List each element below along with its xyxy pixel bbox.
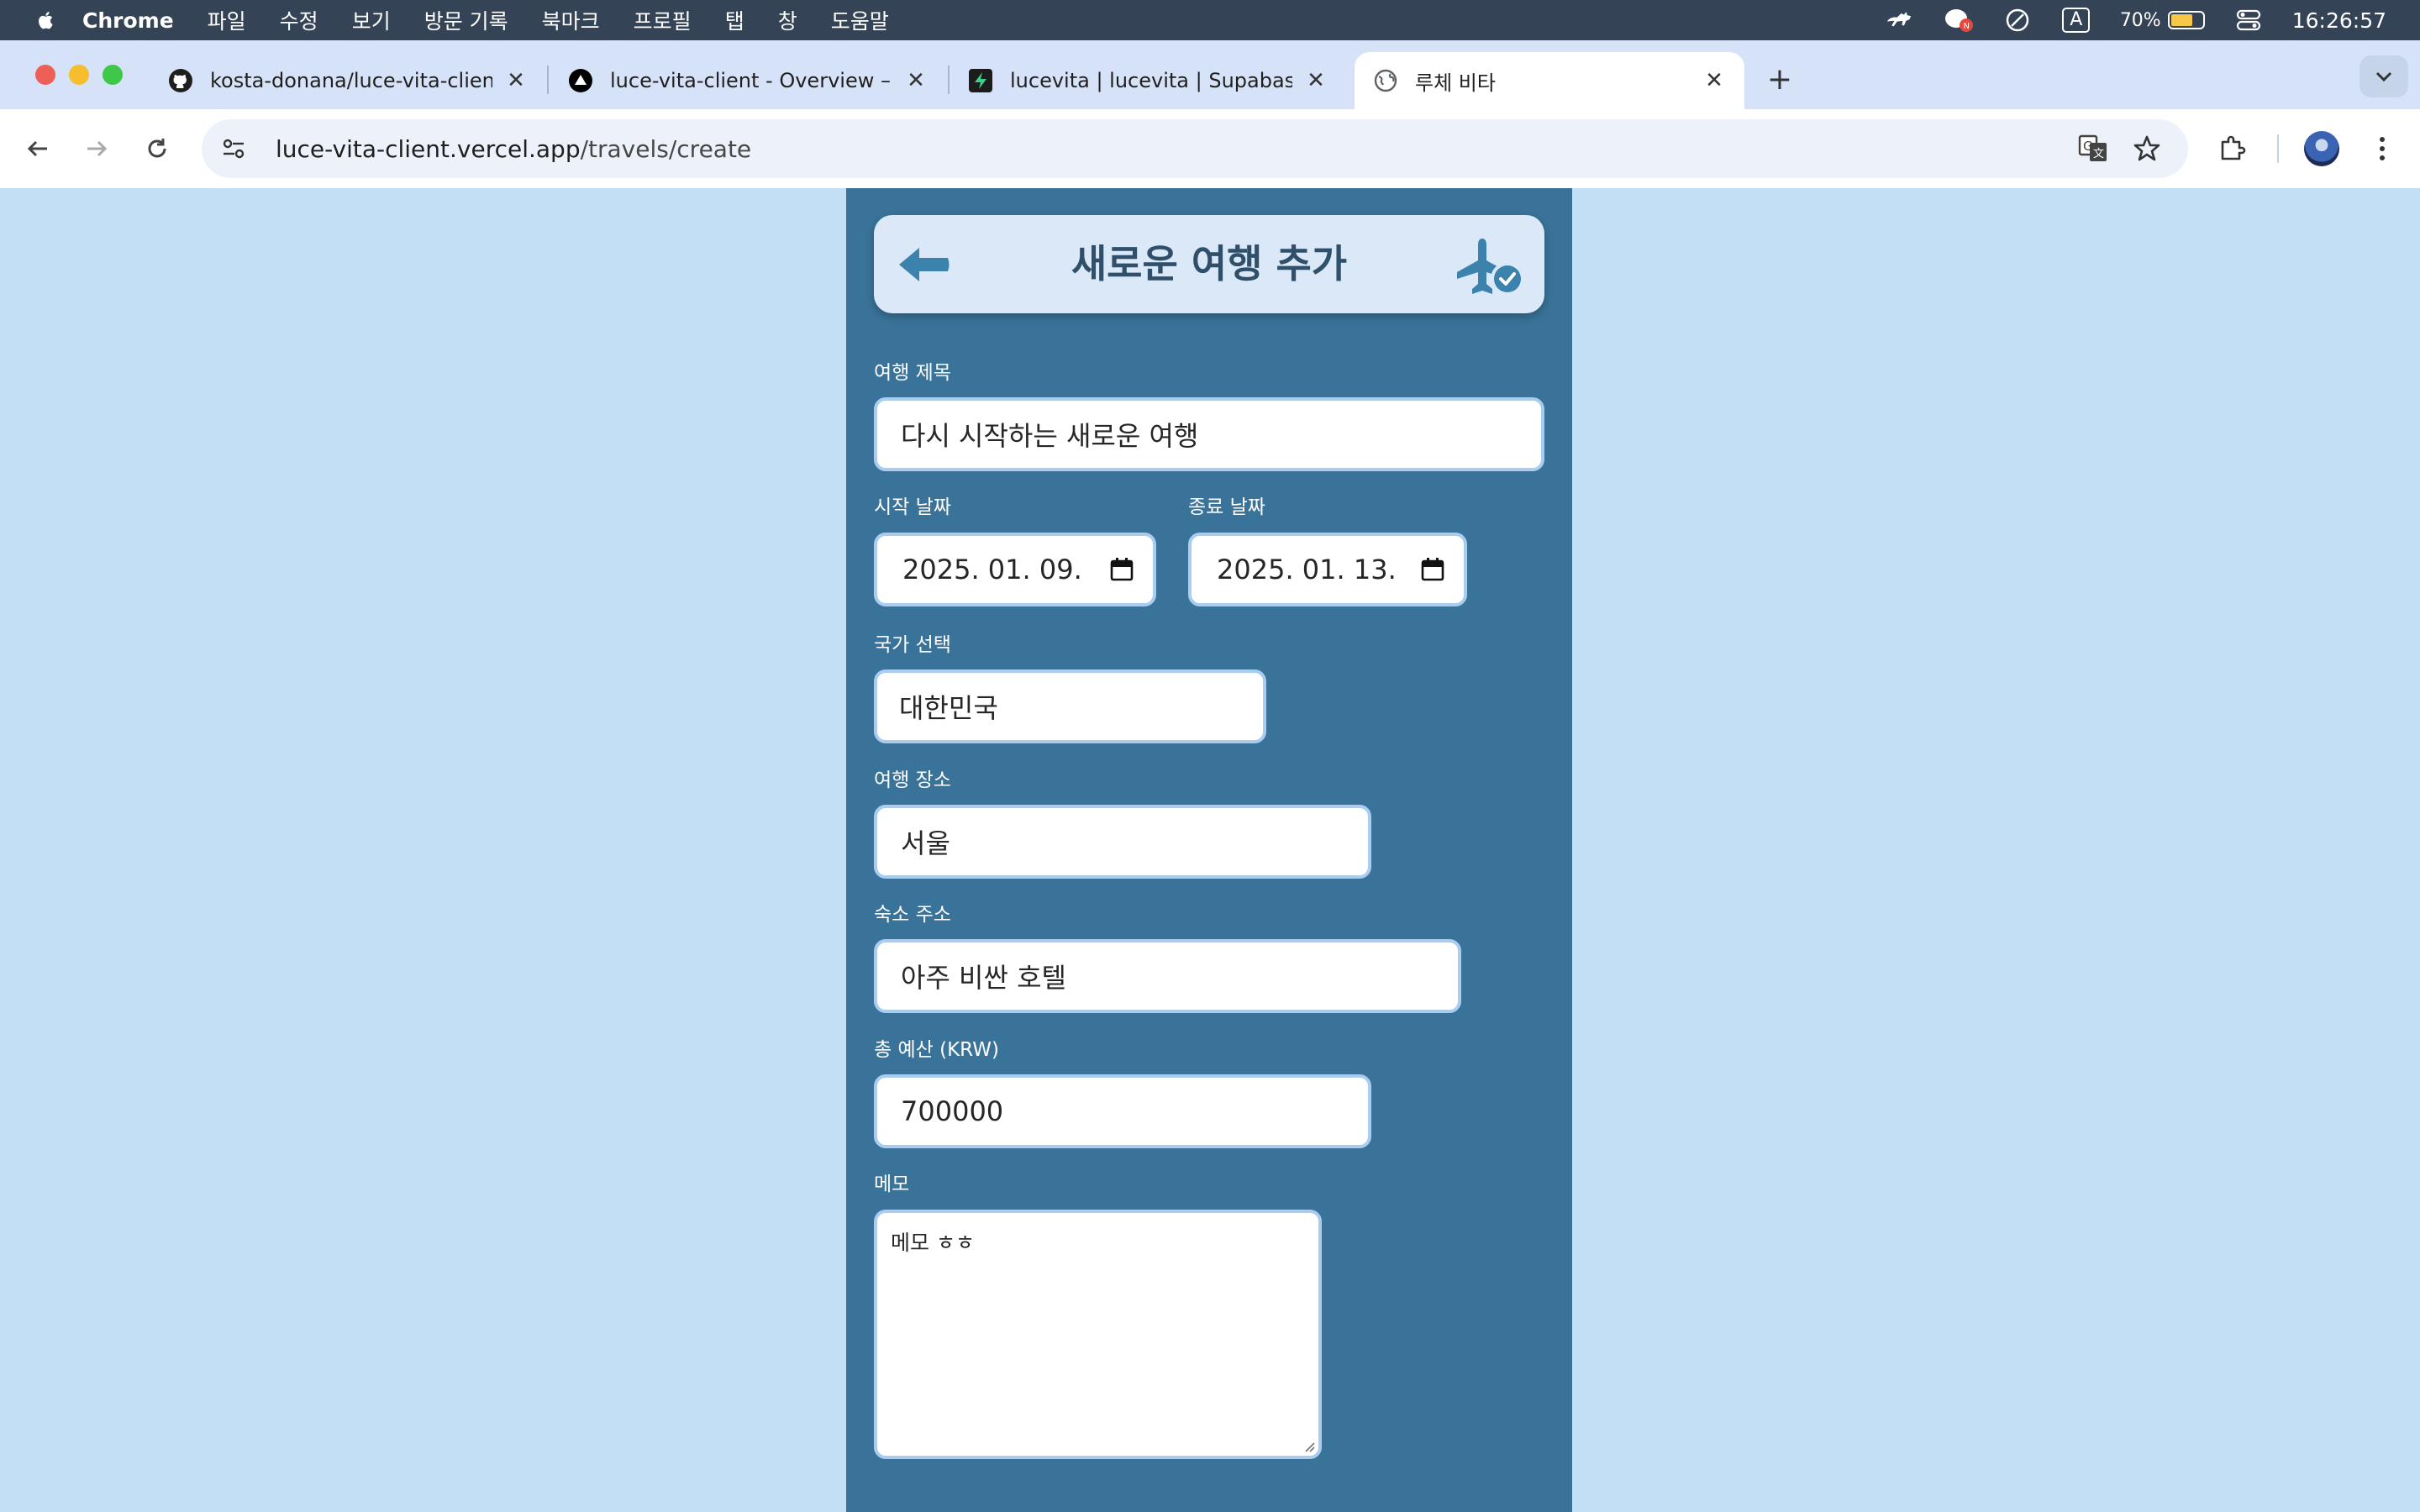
tab-divider [547, 66, 549, 94]
tab-close-icon[interactable]: ✕ [504, 68, 528, 93]
menu-window[interactable]: 창 [778, 5, 797, 35]
calendar-icon[interactable] [1420, 557, 1445, 582]
tab-github[interactable]: kosta-donana/luce-vita-client ✕ [150, 52, 546, 109]
runcat-icon[interactable] [1885, 8, 1915, 33]
place-label: 여행 장소 [874, 769, 951, 791]
plane-check-icon[interactable] [1454, 235, 1526, 297]
chrome-tab-strip: kosta-donana/luce-vita-client ✕ luce-vit… [0, 40, 2420, 109]
svg-text:文: 文 [2093, 148, 2104, 160]
address-bar[interactable]: luce-vita-client.vercel.app/travels/crea… [202, 119, 2188, 178]
trip-title-value: 다시 시작하는 새로운 여행 [901, 420, 1199, 452]
tab-close-icon[interactable]: ✕ [1304, 68, 1328, 93]
vercel-icon [568, 68, 593, 93]
resize-handle-icon[interactable] [1302, 1439, 1315, 1452]
trip-title-input[interactable]: 다시 시작하는 새로운 여행 [874, 397, 1544, 471]
url-text[interactable]: luce-vita-client.vercel.app/travels/crea… [276, 135, 751, 163]
page-header: 새로운 여행 추가 [874, 215, 1544, 313]
battery-status[interactable]: 70% [2120, 10, 2205, 31]
arrow-left-icon [27, 140, 47, 157]
chevron-down-icon [2375, 71, 2392, 82]
menu-app-name[interactable]: Chrome [82, 8, 174, 33]
end-date-input[interactable]: 2025. 01. 13. [1188, 533, 1467, 606]
page-viewport: 새로운 여행 추가 여행 제목 다시 시작하는 새로운 여행 시작 날짜 종료 … [0, 188, 2420, 1512]
tab-close-icon[interactable]: ✕ [904, 68, 928, 93]
memo-value: 메모 ㅎㅎ [891, 1231, 975, 1255]
tab-search-button[interactable] [2360, 55, 2408, 97]
back-button[interactable] [17, 128, 59, 170]
forward-button[interactable] [76, 128, 118, 170]
window-minimize-button[interactable] [69, 65, 89, 85]
place-input[interactable]: 서울 [874, 805, 1371, 879]
lodging-label: 숙소 주소 [874, 904, 951, 926]
battery-icon [2167, 11, 2205, 29]
tab-close-icon[interactable]: ✕ [1702, 68, 1726, 93]
trip-title-label: 여행 제목 [874, 362, 951, 384]
end-date-label: 종료 날짜 [1188, 496, 1265, 518]
menu-clock[interactable]: 16:26:57 [2292, 8, 2386, 33]
calendar-icon[interactable] [1109, 557, 1134, 582]
bookmark-star-icon[interactable] [2126, 128, 2168, 170]
focus-icon[interactable] [2002, 8, 2033, 33]
toolbar-divider [2277, 134, 2279, 163]
macos-menu-bar: Chrome 파일 수정 보기 방문 기록 북마크 프로필 탭 창 도움말 N … [0, 0, 2420, 40]
country-value: 대한민국 [899, 692, 998, 724]
apple-icon[interactable] [35, 9, 54, 31]
menu-edit[interactable]: 수정 [280, 5, 318, 35]
translate-icon[interactable]: G文 [2072, 128, 2114, 170]
menu-history[interactable]: 방문 기록 [424, 5, 508, 35]
start-date-label: 시작 날짜 [874, 496, 951, 518]
tab-supabase[interactable]: lucevita | lucevita | Supabase ✕ [950, 52, 1346, 109]
start-date-input[interactable]: 2025. 01. 09. [874, 533, 1156, 606]
input-source-indicator[interactable]: A [2061, 8, 2091, 33]
chat-notification-icon[interactable]: N [1944, 8, 1974, 33]
menu-file[interactable]: 파일 [208, 5, 246, 35]
extensions-icon[interactable] [2212, 128, 2254, 170]
country-label: 국가 선택 [874, 634, 951, 656]
budget-label: 총 예산 (KRW) [874, 1039, 999, 1061]
reload-icon [148, 139, 166, 158]
end-date-value: 2025. 01. 13. [1217, 554, 1397, 585]
memo-label: 메모 [874, 1173, 910, 1195]
menu-profiles[interactable]: 프로필 [634, 5, 692, 35]
new-tab-icon[interactable]: + [1763, 62, 1797, 97]
menu-view[interactable]: 보기 [352, 5, 391, 35]
avatar [2304, 131, 2339, 166]
tab-vercel[interactable]: luce-vita-client - Overview – ✕ [550, 52, 946, 109]
menu-tab[interactable]: 탭 [725, 5, 744, 35]
github-icon [168, 68, 193, 93]
arrow-right-icon [87, 140, 108, 157]
menu-help[interactable]: 도움말 [831, 5, 889, 35]
page-title: 새로운 여행 추가 [1071, 241, 1348, 286]
budget-input[interactable]: 700000 [874, 1074, 1371, 1148]
control-center-icon[interactable] [2233, 8, 2264, 33]
tab-luce-vita[interactable]: 루체 비타 ✕ [1355, 52, 1744, 109]
travel-create-panel: 새로운 여행 추가 여행 제목 다시 시작하는 새로운 여행 시작 날짜 종료 … [846, 188, 1572, 1512]
battery-percent: 70% [2119, 9, 2161, 31]
memo-textarea[interactable]: 메모 ㅎㅎ [874, 1210, 1322, 1459]
window-close-button[interactable] [35, 65, 55, 85]
country-select[interactable]: 대한민국 [874, 669, 1266, 743]
menu-bookmarks[interactable]: 북마크 [542, 5, 600, 35]
budget-value: 700000 [901, 1095, 1004, 1127]
chrome-menu-icon[interactable] [2361, 128, 2403, 170]
profile-avatar[interactable] [2301, 128, 2343, 170]
start-date-value: 2025. 01. 09. [902, 554, 1082, 585]
browser-toolbar: luce-vita-client.vercel.app/travels/crea… [0, 109, 2420, 188]
site-settings-icon[interactable] [217, 132, 250, 165]
globe-icon [1373, 68, 1398, 93]
place-value: 서울 [901, 827, 950, 859]
window-zoom-button[interactable] [103, 65, 123, 85]
svg-text:N: N [1963, 22, 1969, 31]
supabase-icon [968, 68, 993, 93]
lodging-value: 아주 비싼 호텔 [901, 962, 1066, 994]
lodging-input[interactable]: 아주 비싼 호텔 [874, 939, 1461, 1013]
reload-button[interactable] [136, 128, 178, 170]
